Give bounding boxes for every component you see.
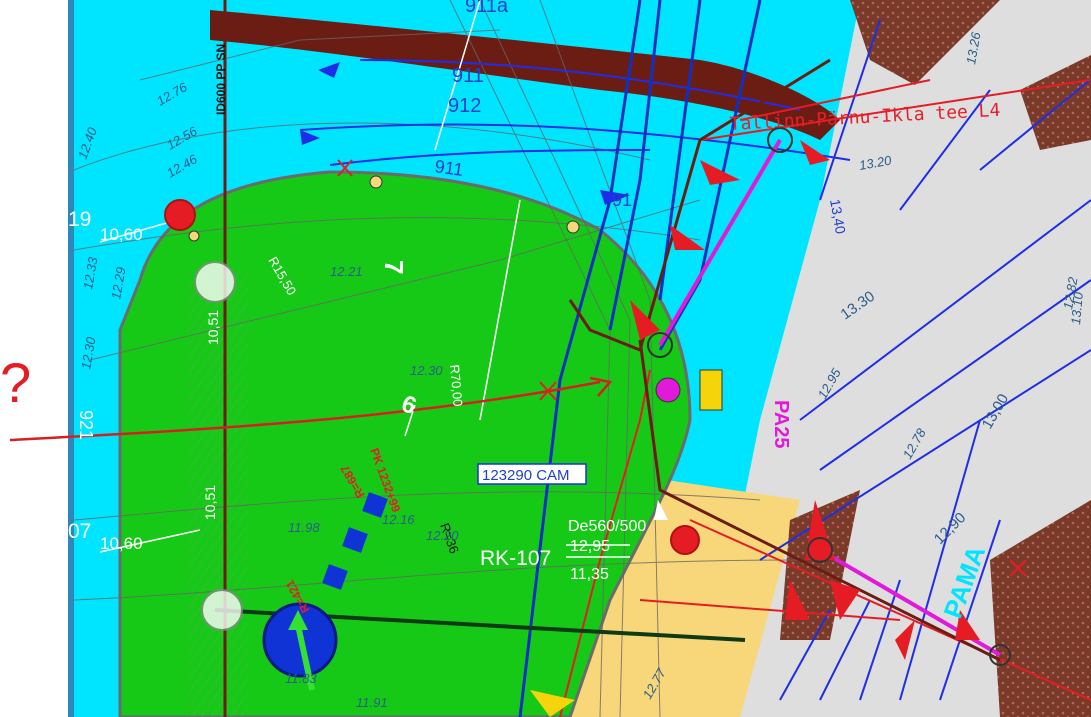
lane-911b-label: 911 [433,156,464,180]
light-post-2 [566,220,580,234]
elev-1198: 11.98 [288,520,320,535]
lane-911-label: 911 [452,65,484,87]
lane-91-label: 91 [612,190,632,210]
lane-912-label: 912 [448,95,481,117]
rk-top-level: 12,95 [570,538,610,555]
elev-1230: 12.30 [410,363,443,378]
elev-1216: 12.16 [382,512,415,527]
pipe-vertical-label: ID600 PP SN [214,44,228,115]
rk-bottom-level: 11,35 [570,566,609,583]
question-mark-annotation: ? [0,351,32,414]
elev-1310: 13.10 [1068,291,1086,325]
engineering-drawing: 123290 CAM De560/500 RK-107 12,95 11,35 … [9,0,1091,717]
map-viewport[interactable]: 123290 CAM De560/500 RK-107 12,95 11,35 … [0,0,1091,717]
node-07-level: 10,60 [100,534,143,553]
lane-911a-label: 911a [465,0,509,17]
parking-code-label: PA25 [770,400,792,449]
light-post-3 [188,230,200,242]
elev-1220: 12.20 [426,528,459,543]
node-19-level: 10,60 [100,225,143,244]
node-07-label: 07 [68,520,91,543]
elev-1191: 11.91 [356,695,388,710]
v-1051b-label: 10,51 [202,485,218,520]
cam-label: 123290 CAM [482,467,570,484]
yellow-cabinet [699,369,723,411]
rk-pipe-label: De560/500 [568,518,646,535]
elev-1221: 12.21 [330,264,363,279]
section-7-label: 7 [379,260,409,274]
elev-1183: 11.83 [285,671,317,686]
v-921-label: 921 [76,410,96,440]
sheet-edge [68,0,74,717]
v-1051-label: 10,51 [205,310,221,345]
light-post [369,175,383,189]
rk-name-label: RK-107 [480,547,551,570]
manhole-magenta [655,377,681,403]
node-19-label: 19 [68,208,91,231]
